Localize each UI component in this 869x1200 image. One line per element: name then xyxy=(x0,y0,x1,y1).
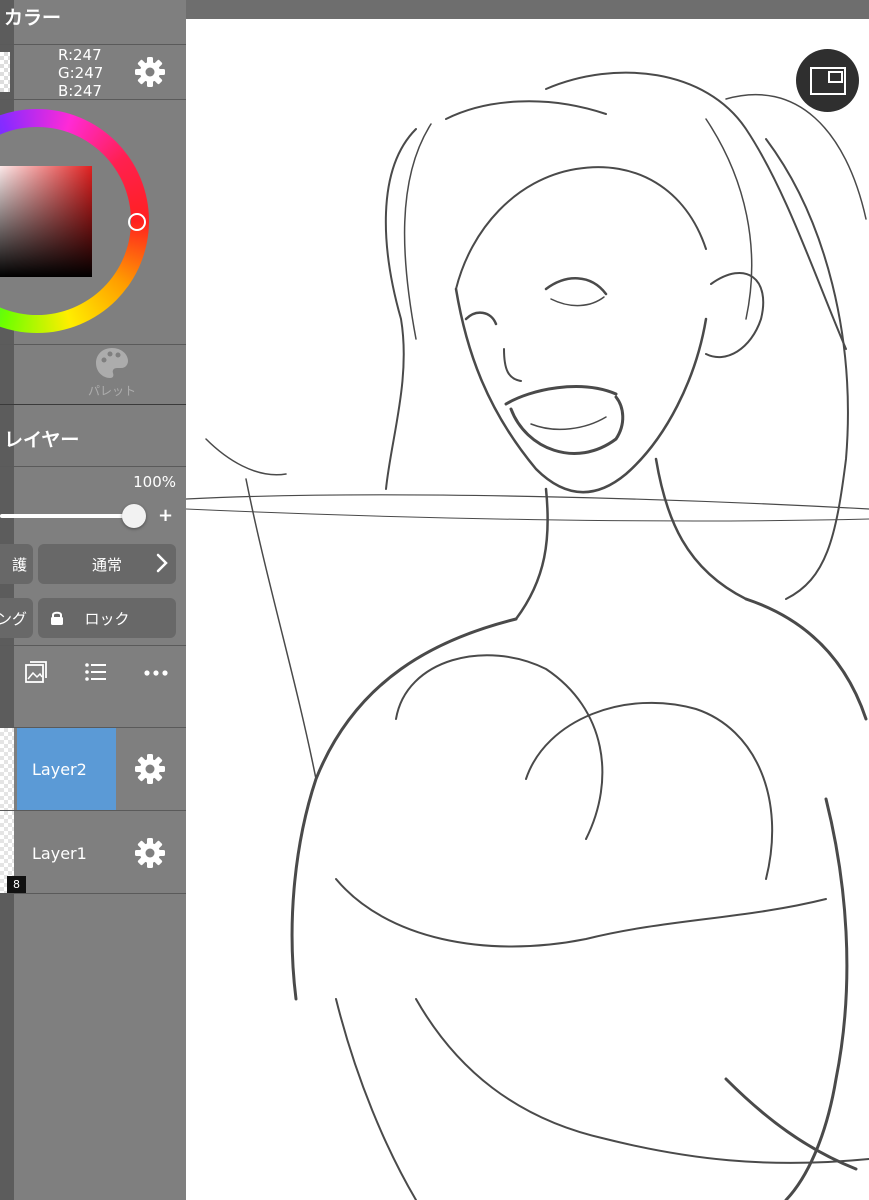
opacity-slider[interactable]: + xyxy=(0,504,173,528)
layer-name: Layer2 xyxy=(32,760,87,779)
drawing-canvas[interactable] xyxy=(186,19,869,1200)
rgb-g: G:247 xyxy=(58,64,104,82)
image-icon xyxy=(25,661,47,683)
add-image-layer-button[interactable] xyxy=(24,660,48,688)
color-settings-button[interactable] xyxy=(134,56,166,92)
layer-row-layer2[interactable]: Layer2 xyxy=(0,728,186,810)
lock-icon xyxy=(51,611,63,625)
color-panel-title: カラー xyxy=(4,7,62,29)
lock-button[interactable]: ロック xyxy=(38,598,176,638)
side-panel: カラー R:247 G:247 B:247 パレット レイヤー 100% + 護… xyxy=(0,0,186,1200)
clipping-button[interactable]: ング xyxy=(0,598,33,638)
clipping-label: ング xyxy=(0,609,27,628)
divider xyxy=(0,344,186,345)
palette-button[interactable]: パレット xyxy=(72,346,152,402)
rgb-readout: R:247 G:247 B:247 xyxy=(58,46,103,100)
layer-badge: 8 xyxy=(7,876,26,893)
chevron-right-icon xyxy=(156,553,168,573)
gear-icon xyxy=(135,754,165,784)
palette-label: パレット xyxy=(87,384,136,398)
more-options-button[interactable] xyxy=(143,660,169,688)
section-divider xyxy=(0,404,186,405)
saturation-value-square[interactable] xyxy=(0,166,92,277)
layer-thumbnail xyxy=(0,728,14,810)
lock-label: ロック xyxy=(84,609,130,628)
layer-settings-button[interactable] xyxy=(134,753,166,789)
more-icon xyxy=(144,670,168,676)
canvas-top-bar xyxy=(186,0,869,19)
view-toggle-button[interactable] xyxy=(796,49,859,112)
list-icon xyxy=(85,663,106,681)
current-color-swatch[interactable] xyxy=(0,52,10,92)
layer-settings-button[interactable] xyxy=(134,837,166,873)
divider xyxy=(0,466,186,467)
opacity-slider-knob[interactable] xyxy=(122,504,146,528)
hue-knob[interactable] xyxy=(128,213,146,231)
gear-icon xyxy=(135,838,165,868)
divider xyxy=(0,645,186,646)
blend-mode-label: 通常 xyxy=(91,555,122,574)
layer-panel-title: レイヤー xyxy=(4,429,80,451)
layer-list-button[interactable] xyxy=(84,660,108,688)
protect-alpha-button[interactable]: 護 xyxy=(0,544,33,584)
gear-icon xyxy=(135,57,165,87)
rgb-r: R:247 xyxy=(58,46,102,64)
divider xyxy=(0,44,186,45)
layer-name: Layer1 xyxy=(32,844,87,863)
divider xyxy=(0,893,186,894)
layer-row-layer1[interactable]: Layer1 8 xyxy=(0,811,186,893)
window-toggle-icon xyxy=(809,66,846,95)
palette-icon xyxy=(96,348,128,378)
blend-mode-button[interactable]: 通常 xyxy=(38,544,176,584)
protect-label: 護 xyxy=(11,555,27,574)
sketch-drawing xyxy=(186,71,869,1200)
opacity-increase-button[interactable]: + xyxy=(158,505,173,526)
opacity-value: 100% xyxy=(133,473,176,491)
divider xyxy=(0,99,186,100)
rgb-b: B:247 xyxy=(58,82,102,100)
